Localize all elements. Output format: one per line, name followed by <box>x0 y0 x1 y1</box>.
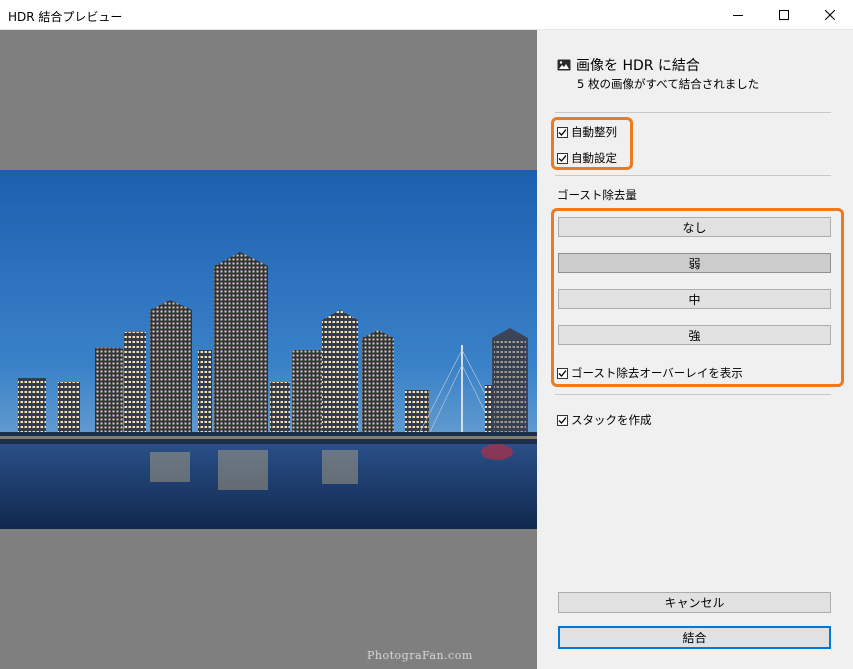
watermark: PhotograFan.com <box>367 649 473 662</box>
deghost-medium-button[interactable]: 中 <box>558 289 831 309</box>
show-overlay-label: ゴースト除去オーバーレイを表示 <box>571 366 743 380</box>
show-overlay-checkbox[interactable]: ゴースト除去オーバーレイを表示 <box>557 365 743 381</box>
window-title: HDR 結合プレビュー <box>8 10 123 24</box>
deghost-amount-label: ゴースト除去量 <box>557 188 637 202</box>
auto-align-checkbox[interactable]: 自動整列 <box>557 124 617 140</box>
image-icon <box>557 59 571 71</box>
cancel-button[interactable]: キャンセル <box>558 592 831 613</box>
merge-button[interactable]: 結合 <box>558 626 831 649</box>
deghost-none-button[interactable]: なし <box>558 217 831 237</box>
panel-heading-text: 画像を HDR に結合 <box>576 58 700 74</box>
panel-heading: 画像を HDR に結合 <box>557 55 700 75</box>
preview-pane: PhotograFan.com <box>0 30 537 669</box>
minimize-icon[interactable] <box>715 0 761 30</box>
maximize-icon[interactable] <box>761 0 807 30</box>
checkbox-checked-icon[interactable] <box>557 414 568 426</box>
divider <box>555 112 831 113</box>
checkbox-checked-icon[interactable] <box>557 367 568 379</box>
create-stack-label: スタックを作成 <box>571 413 652 427</box>
auto-align-label: 自動整列 <box>571 125 617 139</box>
merge-status-text: 5 枚の画像がすべて結合されました <box>577 77 760 91</box>
auto-settings-checkbox[interactable]: 自動設定 <box>557 150 617 166</box>
checkbox-checked-icon[interactable] <box>557 126 568 138</box>
divider <box>555 394 831 395</box>
hdr-preview-image <box>0 170 537 529</box>
deghost-high-button[interactable]: 強 <box>558 325 831 345</box>
deghost-low-button[interactable]: 弱 <box>558 253 831 273</box>
auto-settings-label: 自動設定 <box>571 151 617 165</box>
hdr-options-panel: 画像を HDR に結合 5 枚の画像がすべて結合されました 自動整列 自動設定 … <box>537 30 853 669</box>
checkbox-checked-icon[interactable] <box>557 152 568 164</box>
close-icon[interactable] <box>807 0 853 30</box>
title-bar: HDR 結合プレビュー <box>0 0 853 30</box>
create-stack-checkbox[interactable]: スタックを作成 <box>557 412 652 428</box>
divider <box>555 175 831 176</box>
